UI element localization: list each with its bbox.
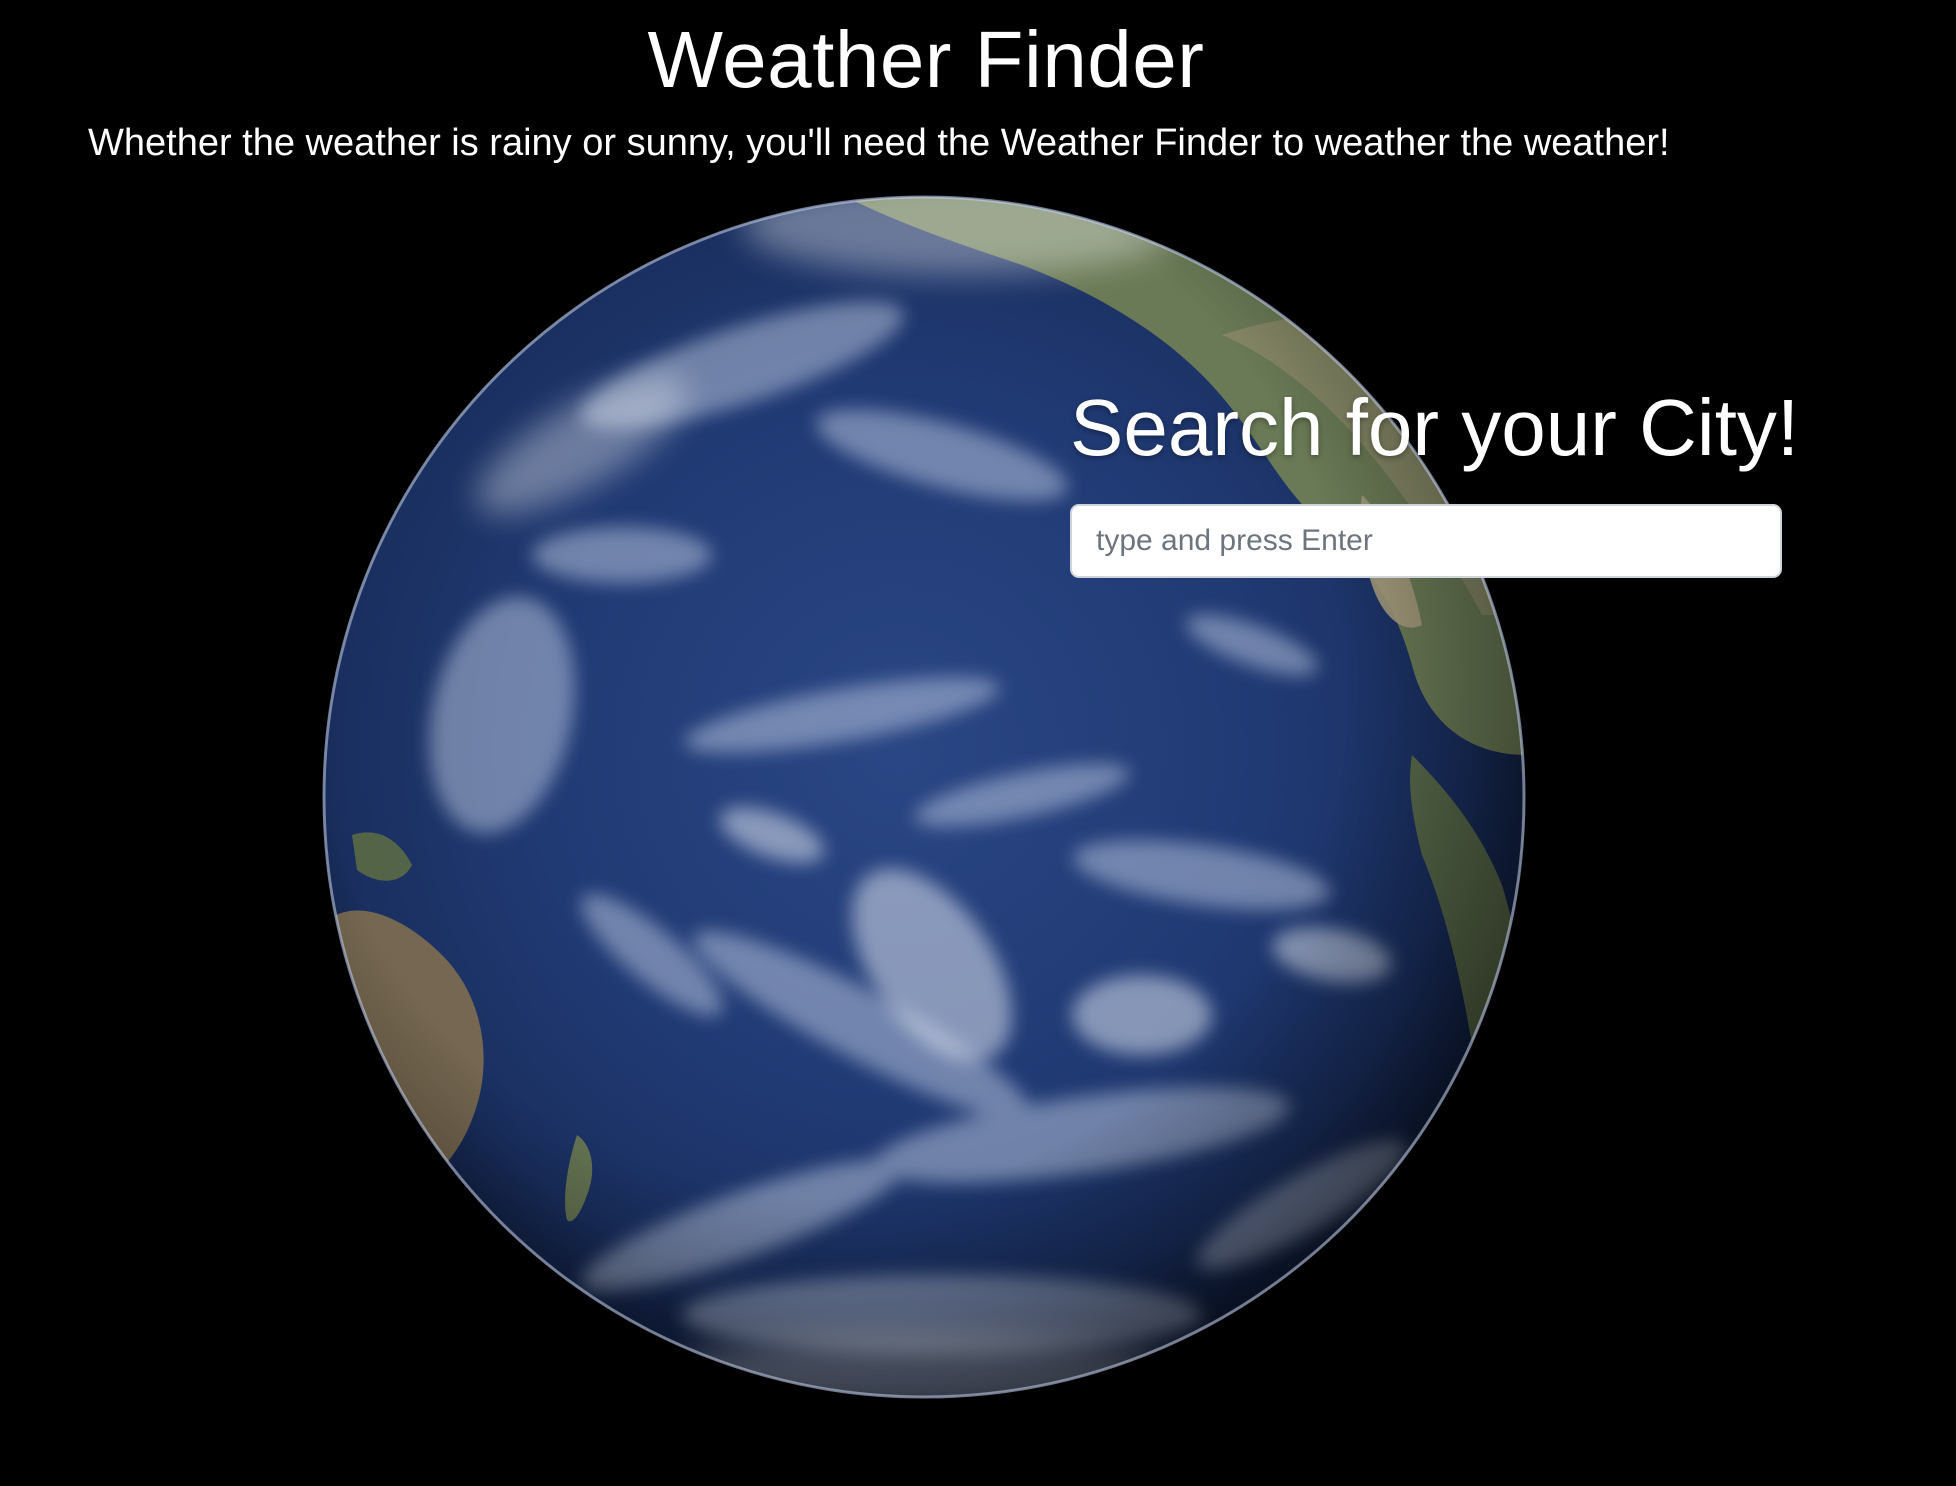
earth-globe-image (322, 195, 1526, 1399)
city-search-input[interactable] (1070, 504, 1782, 578)
page-title: Weather Finder (647, 15, 1205, 104)
search-heading: Search for your City! (1070, 383, 1800, 472)
page-tagline: Whether the weather is rainy or sunny, y… (88, 122, 1670, 164)
